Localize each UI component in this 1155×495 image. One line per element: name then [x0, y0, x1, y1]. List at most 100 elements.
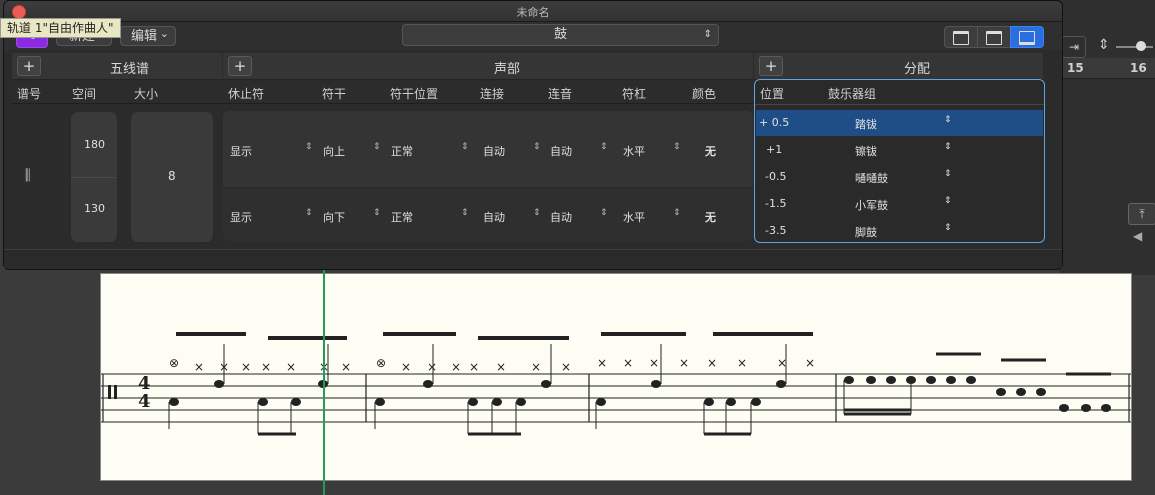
- window-footer: [4, 249, 1062, 268]
- svg-text:⊗: ⊗: [169, 356, 179, 370]
- score-view[interactable]: 4 4 ⊗××× ×××× ⊗××× ×××× ×××× ××××: [100, 273, 1132, 481]
- assignment-row[interactable]: -1.5 小军鼓 ⇕: [756, 191, 1043, 217]
- stem-value: 向上: [323, 145, 345, 158]
- svg-text:×: ×: [427, 360, 437, 374]
- svg-text:×: ×: [531, 360, 541, 374]
- svg-text:×: ×: [597, 356, 607, 370]
- svg-text:×: ×: [679, 356, 689, 370]
- close-button[interactable]: [12, 5, 26, 19]
- svg-text:×: ×: [805, 356, 815, 370]
- zoom-track: [1116, 46, 1153, 48]
- bar-ruler[interactable]: 15 16: [1060, 58, 1155, 79]
- svg-text:×: ×: [341, 360, 351, 374]
- color-popup[interactable]: 无: [705, 143, 716, 159]
- drum-kit-label: 鼓: [553, 27, 567, 42]
- assignment-row[interactable]: +1 镲钹 ⇕: [756, 137, 1043, 163]
- updown-chevron-icon: ⇕: [944, 169, 952, 179]
- view-mode-top-button[interactable]: [944, 26, 978, 48]
- stem-position-value: 正常: [391, 211, 413, 224]
- col-drum-group: 鼓乐器组: [828, 87, 877, 101]
- stem-popup[interactable]: 向下 ⇕: [323, 208, 383, 225]
- position-value: -1.5: [765, 197, 787, 210]
- space-bottom-value: 130: [84, 202, 105, 215]
- add-assignment-button[interactable]: +: [759, 56, 783, 76]
- svg-text:×: ×: [286, 360, 296, 374]
- bar-number: 16: [1130, 61, 1147, 75]
- assignment-panel: 位置 鼓乐器组 + 0.5 踏钹 ⇕ +1 镲钹 ⇕ -0.5 嗵嗵鼓 ⇕ -1…: [754, 79, 1045, 243]
- updown-chevron-icon: ⇕: [305, 142, 313, 152]
- col-rest: 休止符: [228, 87, 265, 101]
- tuplet-value: 自动: [550, 145, 572, 158]
- voice-row-1: 显示 ⇕ 向上 ⇕ 正常 ⇕ 自动 ⇕ 自动 ⇕ 水平 ⇕ 无: [223, 111, 753, 189]
- add-voice-button[interactable]: +: [228, 56, 252, 76]
- color-popup[interactable]: 无: [705, 209, 716, 225]
- svg-text:⊗: ⊗: [376, 356, 386, 370]
- svg-text:×: ×: [241, 360, 251, 374]
- stem-value: 向下: [323, 211, 345, 224]
- col-tuplet: 连音: [548, 87, 573, 101]
- voice-section-header: + 声部: [223, 53, 753, 80]
- rest-popup[interactable]: 显示 ⇕: [230, 142, 315, 159]
- svg-text:×: ×: [194, 360, 204, 374]
- space-control[interactable]: 180 130: [70, 111, 118, 243]
- svg-text:×: ×: [707, 356, 717, 370]
- tie-value: 自动: [483, 145, 505, 158]
- updown-chevron-icon: ⇕: [305, 208, 313, 218]
- playhead[interactable]: [323, 270, 325, 495]
- collapse-icon[interactable]: ⇥: [1062, 36, 1086, 58]
- beam-value: 水平: [623, 145, 645, 158]
- stem-popup[interactable]: 向上 ⇕: [323, 142, 383, 159]
- staff-section-title: 五线谱: [110, 62, 150, 77]
- play-marker-icon: ◀: [1133, 229, 1143, 243]
- tie-popup[interactable]: 自动 ⇕: [483, 208, 543, 225]
- percussion-clef-icon[interactable]: 𝄃: [26, 166, 30, 186]
- drum-kit-select[interactable]: 鼓 ⇕: [402, 24, 719, 46]
- fit-icon[interactable]: ⤒: [1128, 203, 1155, 225]
- view-mode-middle-button[interactable]: [977, 26, 1011, 48]
- col-stem: 符干: [322, 87, 347, 101]
- assignment-row[interactable]: + 0.5 踏钹 ⇕: [756, 110, 1043, 136]
- tie-popup[interactable]: 自动 ⇕: [483, 142, 543, 159]
- tie-value: 自动: [483, 211, 505, 224]
- zoom-slider[interactable]: ⇕: [1098, 36, 1153, 56]
- rest-popup[interactable]: 显示 ⇕: [230, 208, 315, 225]
- svg-text:×: ×: [261, 360, 271, 374]
- col-tie: 连接: [480, 87, 505, 101]
- svg-text:×: ×: [469, 360, 479, 374]
- updown-chevron-icon: ⇕: [600, 142, 608, 152]
- tuplet-popup[interactable]: 自动 ⇕: [550, 208, 610, 225]
- drum-staff-window: 未命名 ✎ 新建 ⌄ 编辑 ⌄ 鼓 ⇕ + 五线谱 +: [3, 0, 1063, 270]
- beam-popup[interactable]: 水平 ⇕: [623, 208, 683, 225]
- stem-position-popup[interactable]: 正常 ⇕: [391, 208, 471, 225]
- edit-label: 编辑: [131, 29, 158, 44]
- size-control[interactable]: 8: [130, 111, 214, 243]
- zoom-thumb[interactable]: [1136, 41, 1146, 51]
- add-staff-button[interactable]: +: [17, 56, 41, 76]
- score-svg: 4 4 ⊗××× ×××× ⊗××× ×××× ×××× ××××: [101, 332, 1131, 436]
- position-value: + 0.5: [759, 116, 790, 129]
- drum-group-value: 脚鼓: [855, 226, 877, 239]
- view-mode-bottom-button[interactable]: [1010, 26, 1044, 48]
- svg-text:×: ×: [561, 360, 571, 374]
- edit-button[interactable]: 编辑 ⌄: [120, 26, 176, 46]
- updown-chevron-icon: ⇕: [944, 115, 952, 125]
- track-tooltip: 轨道 1"自由作曲人": [0, 18, 121, 38]
- position-value: -0.5: [765, 170, 787, 183]
- drum-group-value: 镲钹: [855, 145, 877, 158]
- position-value: -3.5: [765, 224, 787, 237]
- staff-section-header: + 五线谱: [12, 53, 222, 80]
- col-beam: 符杠: [622, 87, 647, 101]
- window-title: 未命名: [516, 6, 550, 19]
- space-divider: [71, 177, 117, 178]
- col-position: 位置: [760, 87, 785, 101]
- title-bar[interactable]: 未命名: [4, 1, 1062, 22]
- assignment-row[interactable]: -0.5 嗵嗵鼓 ⇕: [756, 164, 1043, 190]
- position-value: +1: [766, 143, 783, 156]
- stem-position-popup[interactable]: 正常 ⇕: [391, 142, 471, 159]
- assignment-row[interactable]: -3.5 脚鼓 ⇕: [756, 218, 1043, 244]
- svg-text:×: ×: [451, 360, 461, 374]
- beam-popup[interactable]: 水平 ⇕: [623, 142, 683, 159]
- updown-chevron-icon: ⇕: [461, 142, 469, 152]
- col-stem-position: 符干位置: [390, 87, 439, 101]
- tuplet-popup[interactable]: 自动 ⇕: [550, 142, 610, 159]
